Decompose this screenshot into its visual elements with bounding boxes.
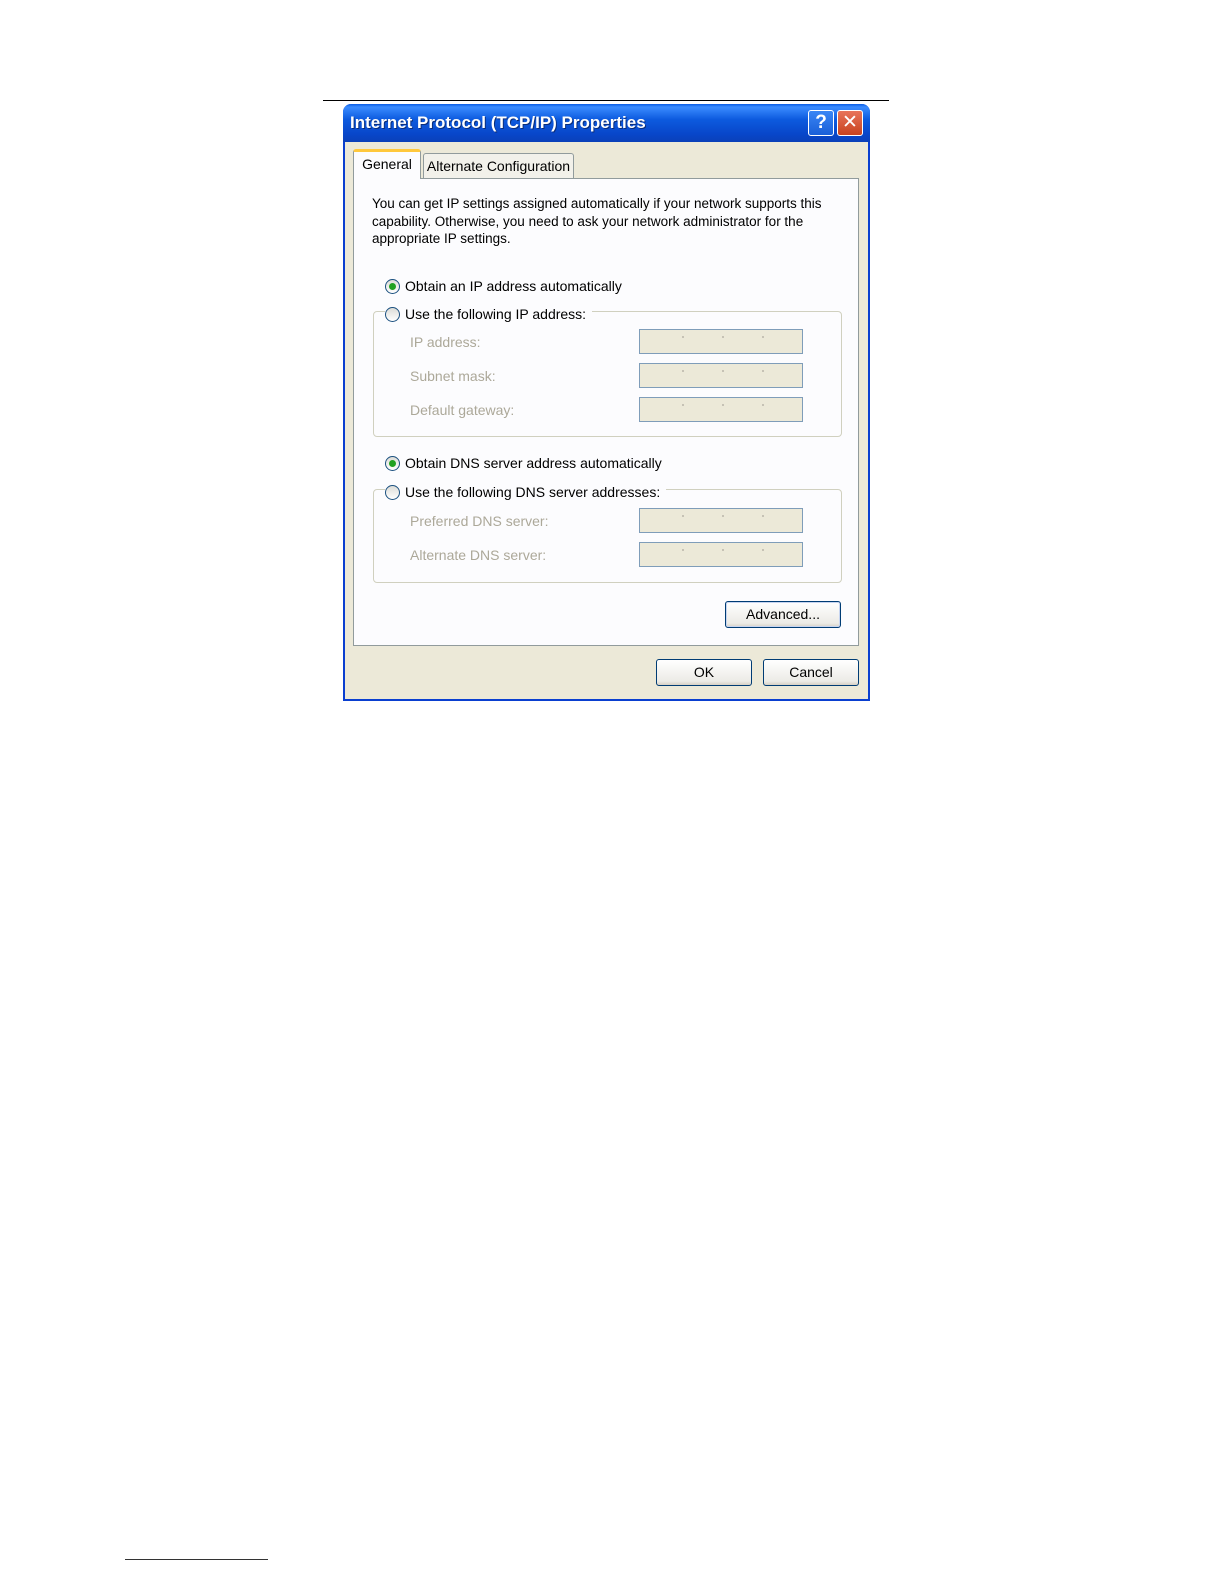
tab-general[interactable]: General — [353, 149, 421, 179]
alternate-dns-input[interactable] — [639, 542, 803, 567]
preferred-dns-label: Preferred DNS server: — [410, 513, 549, 529]
footnote-rule — [125, 1559, 268, 1560]
advanced-button[interactable]: Advanced... — [725, 601, 841, 628]
ip-address-label: IP address: — [410, 334, 481, 350]
alternate-dns-label: Alternate DNS server: — [410, 547, 547, 563]
close-button[interactable]: ✕ — [837, 110, 863, 136]
use-following-ip-radio[interactable]: Use the following IP address: — [385, 304, 593, 324]
subnet-mask-input[interactable] — [639, 363, 803, 388]
use-following-dns-radio[interactable]: Use the following DNS server addresses: — [385, 482, 667, 502]
obtain-ip-auto-radio[interactable]: Obtain an IP address automatically — [385, 276, 628, 296]
radio-checked-icon — [385, 455, 400, 471]
radio-checked-icon — [385, 278, 400, 294]
dialog-title: Internet Protocol (TCP/IP) Properties — [350, 113, 646, 132]
subnet-mask-label: Subnet mask: — [410, 368, 496, 384]
obtain-dns-auto-radio[interactable]: Obtain DNS server address automatically — [385, 453, 668, 473]
obtain-dns-auto-label: Obtain DNS server address automatically — [405, 455, 662, 471]
radio-unchecked-icon — [385, 306, 400, 322]
help-button[interactable]: ? — [808, 110, 834, 136]
close-icon: ✕ — [842, 112, 858, 133]
use-following-dns-label: Use the following DNS server addresses: — [405, 484, 661, 500]
cancel-button[interactable]: Cancel — [763, 659, 859, 686]
tcpip-properties-dialog: Internet Protocol (TCP/IP) Properties ? … — [343, 104, 870, 701]
ip-address-input[interactable] — [639, 329, 803, 354]
preferred-dns-input[interactable] — [639, 508, 803, 533]
ip-address-group: IP address: Subnet mask: Default gateway… — [373, 311, 842, 437]
tab-alternate-configuration[interactable]: Alternate Configuration — [423, 153, 574, 179]
page-top-rule — [323, 100, 889, 101]
help-icon: ? — [815, 112, 827, 133]
ok-button[interactable]: OK — [656, 659, 752, 686]
radio-unchecked-icon — [385, 484, 400, 500]
dns-server-group: Preferred DNS server: Alternate DNS serv… — [373, 489, 842, 583]
default-gateway-input[interactable] — [639, 397, 803, 422]
title-bar[interactable]: Internet Protocol (TCP/IP) Properties ? … — [343, 104, 870, 142]
obtain-ip-auto-label: Obtain an IP address automatically — [405, 278, 622, 294]
intro-text: You can get IP settings assigned automat… — [372, 196, 822, 246]
default-gateway-label: Default gateway: — [410, 402, 515, 418]
general-tab-panel: You can get IP settings assigned automat… — [353, 178, 859, 646]
use-following-ip-label: Use the following IP address: — [405, 306, 587, 322]
